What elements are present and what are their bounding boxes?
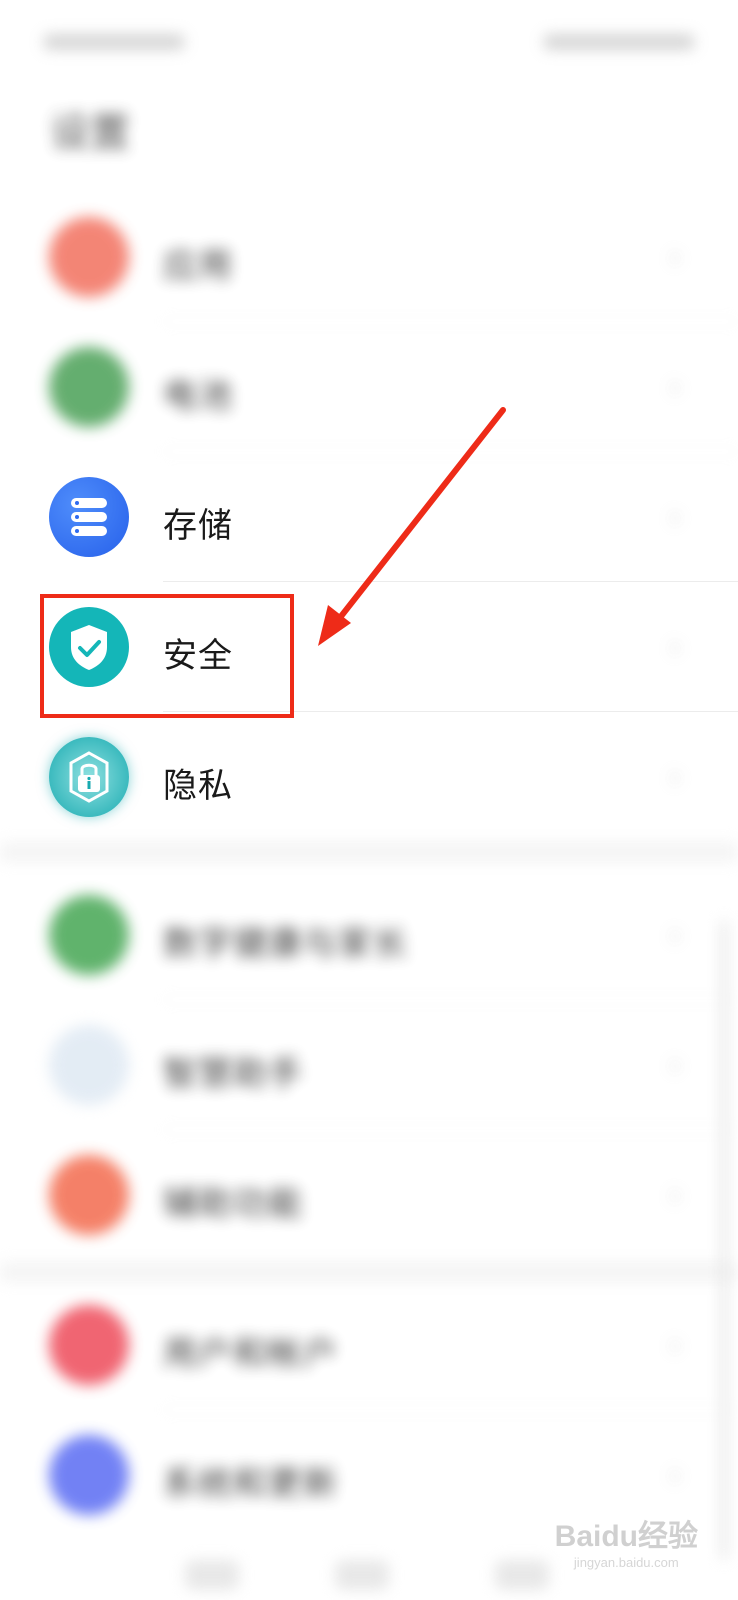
watermark-logo: Baidu经验 jingyan.baidu.com	[554, 1520, 698, 1570]
annotation-arrow	[318, 407, 506, 646]
